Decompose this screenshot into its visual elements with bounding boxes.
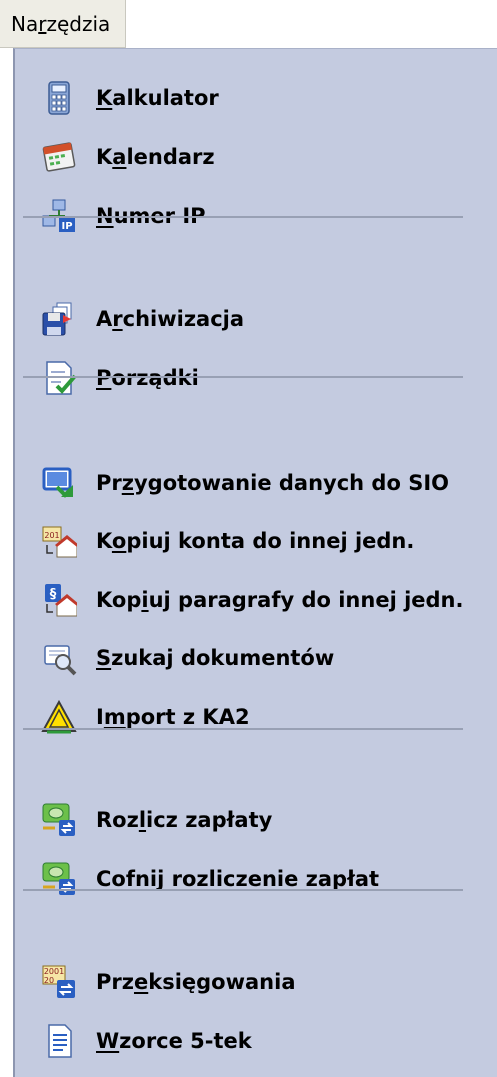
svg-text:§: § xyxy=(50,587,57,602)
menu-separator xyxy=(23,216,463,218)
menu-item-label: Przygotowanie danych do SIO xyxy=(96,471,449,495)
calendar-icon xyxy=(41,139,77,175)
menu-item-label: Wzorce 5-tek xyxy=(96,1029,252,1053)
menu-item-label: Porządki xyxy=(96,366,199,390)
menu-item-archiwizacja[interactable]: Archiwizacja xyxy=(15,290,497,348)
menu-item-przeksiegowania[interactable]: 2001 20 Przeksięgowania xyxy=(15,953,497,1011)
menu-item-label: Archiwizacja xyxy=(96,307,245,331)
menu-item-kopiuj-paragrafy[interactable]: § Kopiuj paragrafy do innej jedn. xyxy=(15,571,497,629)
calculator-icon xyxy=(41,80,77,116)
menu-item-import-ka2[interactable]: Import z KA2 xyxy=(15,688,497,746)
search-documents-icon xyxy=(41,640,77,676)
svg-text:2001: 2001 xyxy=(44,967,64,976)
menu-item-przygotowanie-sio[interactable]: Przygotowanie danych do SIO xyxy=(15,454,497,512)
menu-title-label: Narzędzia xyxy=(11,12,111,36)
menu-item-wzorce-5-tek[interactable]: Wzorce 5-tek xyxy=(15,1012,497,1070)
menu-item-label: Kopiuj paragrafy do innej jedn. xyxy=(96,588,464,612)
document-check-icon xyxy=(41,360,77,396)
menu-item-label: Rozlicz zapłaty xyxy=(96,808,273,832)
settle-payments-icon xyxy=(41,802,77,838)
svg-text:20: 20 xyxy=(44,976,54,985)
menu-item-label: Import z KA2 xyxy=(96,705,250,729)
menu-item-label: Szukaj dokumentów xyxy=(96,646,335,670)
menu-item-label: Kalkulator xyxy=(96,86,219,110)
menu-item-label: Przeksięgowania xyxy=(96,970,296,994)
menu-title-narzedzia[interactable]: Narzędzia xyxy=(0,0,126,48)
undo-settlement-icon xyxy=(41,861,77,897)
menu-item-cofnij-rozliczenie[interactable]: Cofnij rozliczenie zapłat xyxy=(15,850,497,908)
rebooking-icon: 2001 20 xyxy=(41,964,77,1000)
menu-item-rozlicz-zaplaty[interactable]: Rozlicz zapłaty xyxy=(15,791,497,849)
svg-text:IP: IP xyxy=(61,221,72,232)
copy-paragraphs-icon: § xyxy=(41,582,77,618)
template-document-icon xyxy=(41,1023,77,1059)
menu-separator xyxy=(23,728,463,730)
narzedzia-dropdown-menu: Kalkulator Kalendarz IP Numer IP Archiwizacj… xyxy=(13,48,497,1077)
menu-item-label: Kopiuj konta do innej jedn. xyxy=(96,529,415,553)
menu-separator xyxy=(23,889,463,891)
monitor-export-icon xyxy=(41,465,77,501)
floppy-archive-icon xyxy=(41,301,77,337)
copy-accounts-icon: 201 xyxy=(41,523,77,559)
menu-item-kalkulator[interactable]: Kalkulator xyxy=(15,69,497,127)
menu-separator xyxy=(23,376,463,378)
menu-item-porzadki[interactable]: Porządki xyxy=(15,349,497,407)
menu-item-kalendarz[interactable]: Kalendarz xyxy=(15,128,497,186)
menu-item-szukaj-dokumentow[interactable]: Szukaj dokumentów xyxy=(15,629,497,687)
menu-item-label: Kalendarz xyxy=(96,145,215,169)
svg-text:201: 201 xyxy=(44,531,59,540)
menu-item-label: Cofnij rozliczenie zapłat xyxy=(96,867,380,891)
menu-item-kopiuj-konta[interactable]: 201 Kopiuj konta do innej jedn. xyxy=(15,512,497,570)
